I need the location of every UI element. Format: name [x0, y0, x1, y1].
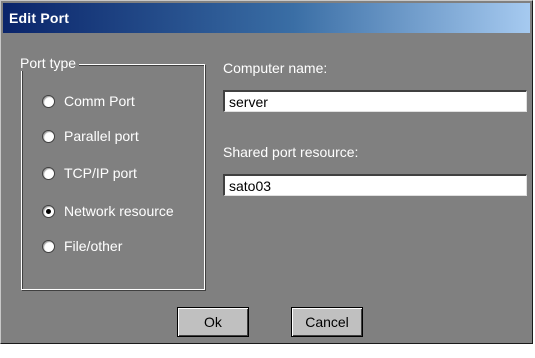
- ok-button[interactable]: Ok: [177, 307, 249, 337]
- radio-button-icon[interactable]: [42, 166, 55, 180]
- cancel-button[interactable]: Cancel: [291, 307, 363, 337]
- radio-file-other[interactable]: File/other: [42, 237, 122, 255]
- computer-name-label: Computer name:: [223, 60, 328, 76]
- computer-name-input[interactable]: [223, 90, 527, 112]
- port-type-legend: Port type: [17, 55, 80, 71]
- radio-network-resource[interactable]: Network resource: [42, 202, 174, 220]
- radio-comm-port[interactable]: Comm Port: [42, 92, 135, 110]
- radio-label: Comm Port: [64, 93, 135, 109]
- radio-parallel-port[interactable]: Parallel port: [42, 127, 139, 145]
- radio-button-icon[interactable]: [42, 129, 55, 143]
- radio-button-icon[interactable]: [42, 94, 55, 108]
- radio-label: Parallel port: [64, 128, 139, 144]
- shared-port-input[interactable]: [223, 174, 527, 196]
- radio-label: Network resource: [64, 203, 174, 219]
- radio-tcpip-port[interactable]: TCP/IP port: [42, 164, 137, 182]
- radio-button-checked-icon[interactable]: [42, 204, 55, 218]
- radio-button-icon[interactable]: [42, 239, 55, 253]
- radio-label: File/other: [64, 238, 123, 254]
- radio-label: TCP/IP port: [64, 165, 137, 181]
- shared-port-label: Shared port resource:: [223, 144, 359, 160]
- dialog-title: Edit Port: [3, 3, 530, 33]
